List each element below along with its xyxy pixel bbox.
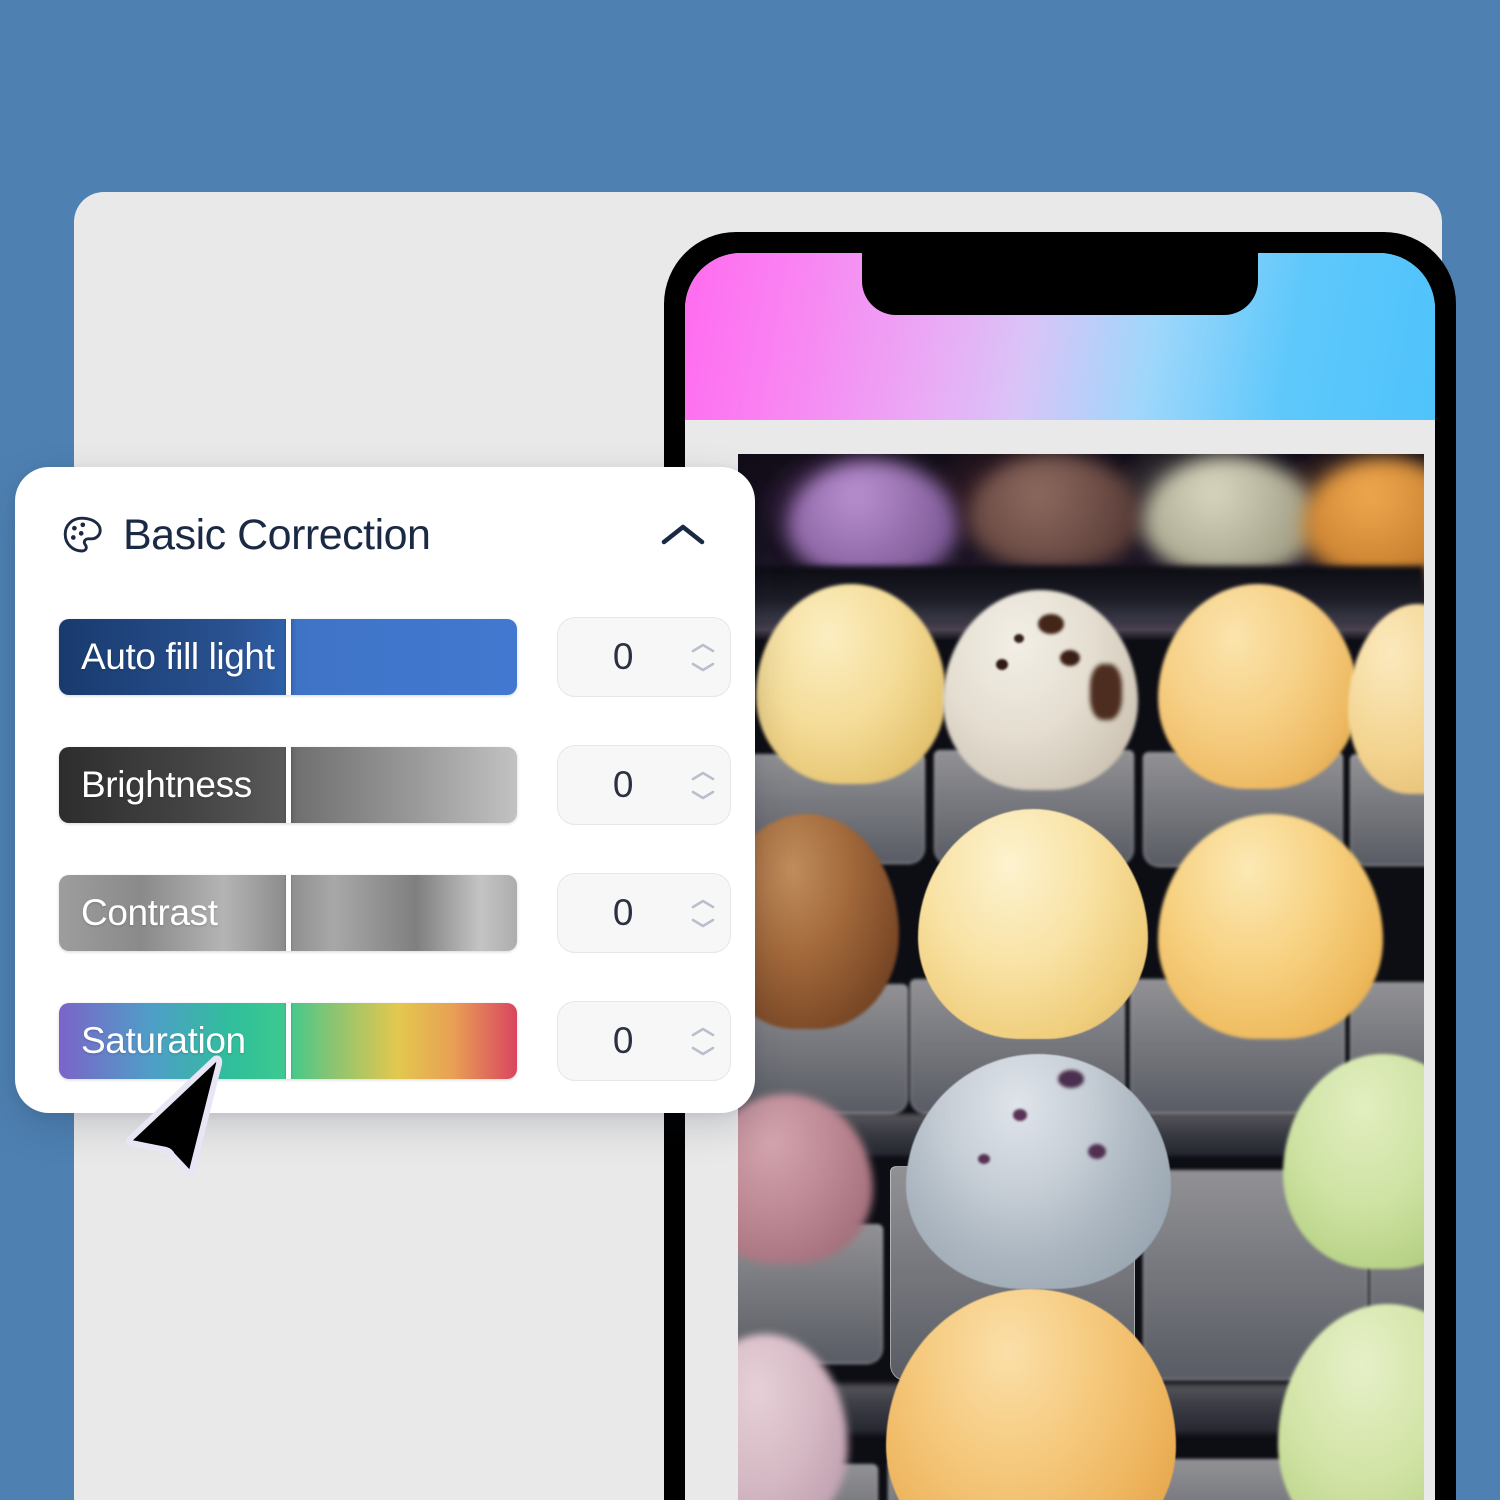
slider-row-contrast: Contrast 0 <box>15 873 755 953</box>
chevron-up-icon <box>691 771 715 780</box>
chevron-up-icon <box>691 899 715 908</box>
stepper-auto-fill-light[interactable]: 0 <box>557 617 731 697</box>
stepper-arrows-brightness[interactable] <box>676 756 730 814</box>
stepper-value-contrast[interactable]: 0 <box>558 892 676 934</box>
chevron-down-icon <box>691 790 715 799</box>
slider-row-saturation: Saturation 0 <box>15 1001 755 1081</box>
page-title: Basic Correction <box>123 510 431 559</box>
ice-cream-photo[interactable] <box>738 454 1424 1500</box>
cookie-chunk-5 <box>1014 634 1024 643</box>
stepper-contrast[interactable]: 0 <box>557 873 731 953</box>
cookie-chunk-1 <box>1038 614 1064 634</box>
cookie-chunk-2 <box>1060 650 1080 666</box>
slider-handle-saturation[interactable] <box>285 1003 291 1079</box>
slider-handle-contrast[interactable] <box>285 875 291 951</box>
slider-auto-fill-light[interactable]: Auto fill light <box>59 619 518 695</box>
slider-handle-brightness[interactable] <box>285 747 291 823</box>
cookie-chunk-4 <box>996 659 1008 670</box>
stepper-arrows-contrast[interactable] <box>676 884 730 942</box>
stepper-saturation[interactable]: 0 <box>557 1001 731 1081</box>
slider-brightness[interactable]: Brightness <box>59 747 518 823</box>
palette-icon <box>61 513 105 557</box>
slider-row-brightness: Brightness 0 <box>15 745 755 825</box>
berry-fleck-4 <box>978 1154 990 1164</box>
basic-correction-panel: Basic Correction Auto fill light 0 Brigh… <box>15 467 755 1113</box>
stepper-brightness[interactable]: 0 <box>557 745 731 825</box>
chevron-up-icon[interactable] <box>655 515 711 555</box>
berry-fleck-1 <box>1058 1070 1084 1088</box>
berry-fleck-3 <box>1088 1144 1106 1159</box>
phone-screen <box>685 253 1435 1500</box>
phone-mockup <box>664 232 1456 1500</box>
stepper-value-auto-fill-light[interactable]: 0 <box>558 636 676 678</box>
chevron-down-icon <box>691 1046 715 1055</box>
chevron-down-icon <box>691 662 715 671</box>
cookie-chunk-3 <box>1090 664 1122 720</box>
chevron-down-icon <box>691 918 715 927</box>
chevron-up-icon <box>691 1027 715 1036</box>
stepper-arrows-auto-fill-light[interactable] <box>676 628 730 686</box>
slider-list: Auto fill light 0 Brightness 0 Contrast … <box>15 617 755 1081</box>
panel-header: Basic Correction <box>61 505 711 565</box>
phone-notch <box>862 253 1258 315</box>
berry-fleck-2 <box>1013 1109 1027 1121</box>
chevron-up-icon <box>691 643 715 652</box>
slider-contrast[interactable]: Contrast <box>59 875 518 951</box>
slider-row-auto-fill-light: Auto fill light 0 <box>15 617 755 697</box>
stepper-arrows-saturation[interactable] <box>676 1012 730 1070</box>
slider-saturation[interactable]: Saturation <box>59 1003 518 1079</box>
stepper-value-saturation[interactable]: 0 <box>558 1020 676 1062</box>
phone-body <box>664 232 1456 1500</box>
slider-handle-auto-fill-light[interactable] <box>285 619 291 695</box>
stepper-value-brightness[interactable]: 0 <box>558 764 676 806</box>
